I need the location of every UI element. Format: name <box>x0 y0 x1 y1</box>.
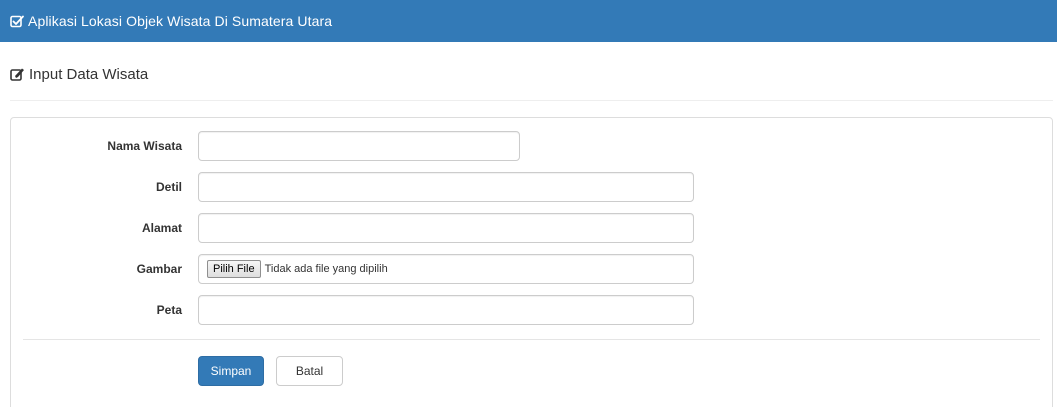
form-row-alamat: Alamat <box>11 213 1052 243</box>
form-row-nama-wisata: Nama Wisata <box>11 131 1052 161</box>
peta-input[interactable] <box>198 295 694 325</box>
form-panel: Nama Wisata Detil Alamat Gambar Pilih Fi… <box>10 117 1053 407</box>
cancel-button[interactable]: Batal <box>276 356 343 386</box>
detil-input[interactable] <box>198 172 694 202</box>
heading-divider <box>10 100 1053 101</box>
form-row-gambar: Gambar Pilih File Tidak ada file yang di… <box>11 254 1052 284</box>
nama-wisata-label: Nama Wisata <box>107 139 182 153</box>
alamat-input[interactable] <box>198 213 694 243</box>
detil-label: Detil <box>155 180 182 194</box>
form-divider <box>23 339 1040 340</box>
alamat-label: Alamat <box>141 221 182 235</box>
app-header: Aplikasi Lokasi Objek Wisata Di Sumatera… <box>0 0 1057 42</box>
save-button[interactable]: Simpan <box>198 356 264 386</box>
nama-wisata-input[interactable] <box>198 131 520 161</box>
checkbox-edit-icon <box>10 14 24 28</box>
file-status-text: Tidak ada file yang dipilih <box>264 263 388 275</box>
gambar-file-input[interactable]: Pilih File Tidak ada file yang dipilih <box>198 254 694 284</box>
app-title: Aplikasi Lokasi Objek Wisata Di Sumatera… <box>28 13 333 29</box>
page-title-text: Input Data Wisata <box>29 66 149 83</box>
choose-file-button[interactable]: Pilih File <box>207 260 261 278</box>
page-title: Input Data Wisata <box>10 66 148 83</box>
peta-label: Peta <box>156 303 182 317</box>
gambar-label: Gambar <box>136 262 182 276</box>
edit-icon <box>10 67 25 82</box>
form-row-peta: Peta <box>11 295 1052 325</box>
form-row-detil: Detil <box>11 172 1052 202</box>
